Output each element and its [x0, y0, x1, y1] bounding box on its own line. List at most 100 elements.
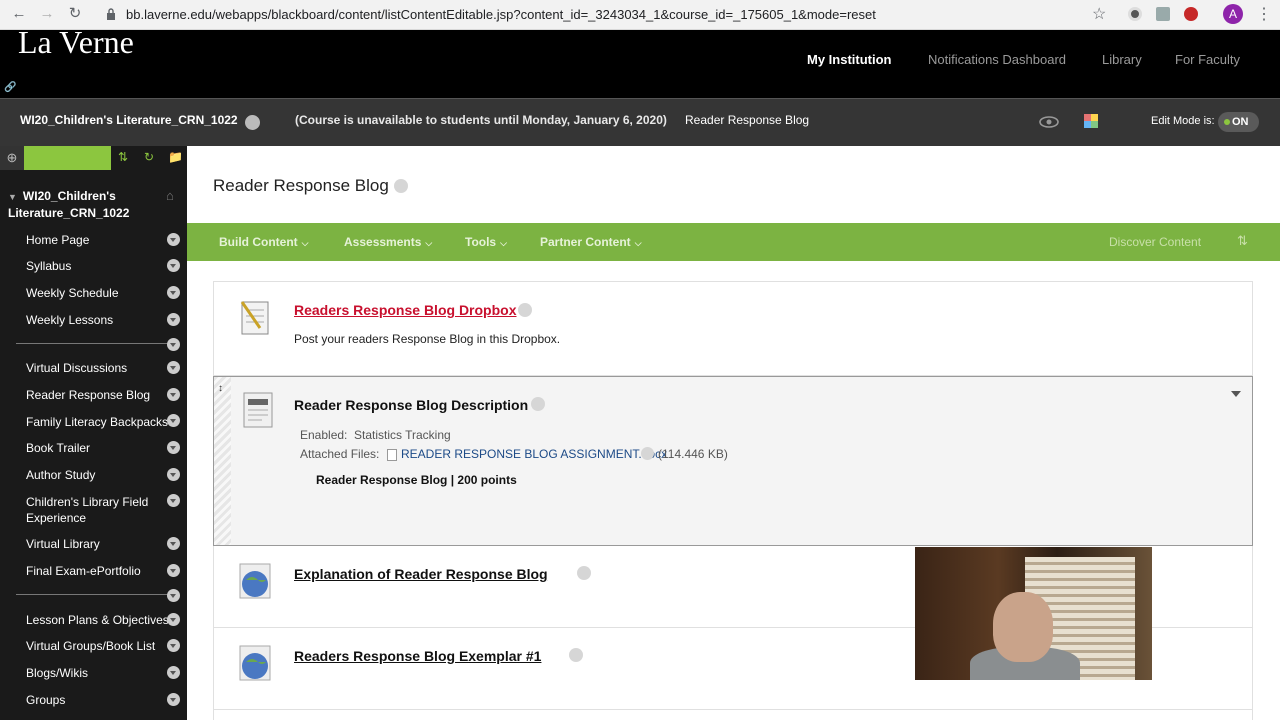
chevron-down-icon: ⌵	[500, 238, 507, 248]
sidebar-item-author-study[interactable]: Author Study	[26, 467, 176, 483]
item-menu-icon[interactable]	[167, 589, 180, 602]
color-palette-icon[interactable]	[1084, 114, 1098, 128]
item-menu-icon[interactable]	[167, 494, 180, 507]
partner-content-label: Partner Content	[540, 235, 631, 249]
back-icon[interactable]: ←	[10, 5, 28, 23]
item-title-link[interactable]: Readers Response Blog Dropbox	[294, 302, 517, 318]
item-menu-icon[interactable]	[167, 613, 180, 626]
nav-notifications-dashboard[interactable]: Notifications Dashboard	[928, 52, 1066, 67]
sidebar-course-title-text: WI20_Children's Literature_CRN_1022	[8, 189, 130, 220]
extension-icon[interactable]	[1156, 7, 1170, 21]
course-name[interactable]: WI20_Children's Literature_CRN_1022	[20, 113, 238, 127]
item-menu-icon[interactable]	[167, 666, 180, 679]
item-title-link[interactable]: Explanation of Reader Response Blog	[294, 566, 548, 582]
tools-label: Tools	[465, 235, 497, 249]
sidebar-item-blogs-wikis[interactable]: Blogs/Wikis	[26, 665, 176, 681]
item-menu-icon[interactable]	[167, 639, 180, 652]
attached-file-link[interactable]: READER RESPONSE BLOG ASSIGNMENT.docx	[401, 447, 667, 461]
tools-menu[interactable]: Tools ⌵	[465, 235, 507, 249]
item-title-link[interactable]: Readers Response Blog Exemplar #1	[294, 648, 541, 664]
partner-content-menu[interactable]: Partner Content ⌵	[540, 235, 642, 249]
globe-icon	[239, 645, 271, 681]
sidebar-item-weekly-lessons[interactable]: Weekly Lessons	[26, 312, 176, 328]
site-header: La Verne 🔗 My Institution Notifications …	[0, 24, 1280, 98]
webcam-overlay	[915, 547, 1152, 680]
profile-avatar[interactable]: A	[1223, 4, 1243, 24]
document-icon	[243, 392, 273, 428]
home-icon[interactable]: ⌂	[166, 188, 174, 203]
item-menu-icon[interactable]	[167, 537, 180, 550]
sidebar-item-weekly-schedule[interactable]: Weekly Schedule	[26, 285, 176, 301]
sidebar-item-groups[interactable]: Groups	[26, 692, 176, 708]
sidebar-item-reader-response-blog[interactable]: Reader Response Blog	[26, 387, 176, 403]
sidebar-item-lesson-plans-objectives[interactable]: Lesson Plans & Objectives	[26, 612, 176, 628]
forward-icon[interactable]: →	[38, 5, 56, 23]
extension-icon[interactable]	[1128, 7, 1142, 21]
collapse-caret-icon[interactable]	[1231, 391, 1241, 397]
item-menu-icon[interactable]	[167, 361, 180, 374]
sidebar-item-virtual-library[interactable]: Virtual Library	[26, 536, 176, 552]
nav-for-faculty[interactable]: For Faculty	[1175, 52, 1240, 67]
address-bar[interactable]: bb.laverne.edu/webapps/blackboard/conten…	[100, 5, 1120, 25]
nav-my-institution[interactable]: My Institution	[807, 52, 892, 67]
item-menu-icon[interactable]	[167, 313, 180, 326]
item-menu-icon[interactable]	[531, 397, 545, 411]
item-menu-icon[interactable]	[167, 259, 180, 272]
discover-content-link[interactable]: Discover Content	[1109, 235, 1201, 249]
sidebar-item-syllabus[interactable]: Syllabus	[26, 258, 176, 274]
sidebar-item-final-exam-eportfolio[interactable]: Final Exam-ePortfolio	[26, 563, 176, 579]
file-icon	[387, 449, 397, 461]
course-bar: WI20_Children's Literature_CRN_1022 (Cou…	[0, 98, 1280, 146]
sidebar-item-family-literacy-backpacks[interactable]: Family Literacy Backpacks	[26, 414, 176, 430]
item-menu-icon[interactable]	[167, 388, 180, 401]
nav-library[interactable]: Library	[1102, 52, 1142, 67]
item-menu-icon[interactable]	[569, 648, 583, 662]
content-item-selected: ↕ Reader Response Blog Description Enabl…	[213, 376, 1253, 546]
reorder-icon[interactable]: ⇅	[118, 150, 128, 164]
item-menu-icon[interactable]	[577, 566, 591, 580]
bookmark-star-icon[interactable]: ☆	[1092, 4, 1106, 24]
item-menu-icon[interactable]	[167, 693, 180, 706]
drag-handle[interactable]: ↕	[214, 377, 231, 545]
assessments-menu[interactable]: Assessments ⌵	[344, 235, 432, 249]
extension-icon[interactable]	[1184, 7, 1198, 21]
chevron-down-icon: ⌵	[301, 238, 309, 248]
sidebar-item-home-page[interactable]: Home Page	[26, 232, 176, 248]
sidebar-item-virtual-groups-book-list[interactable]: Virtual Groups/Book List	[26, 638, 176, 654]
collapse-triangle-icon[interactable]: ▼	[8, 192, 17, 202]
item-menu-icon[interactable]	[167, 468, 180, 481]
sidebar-item-book-trailer[interactable]: Book Trailer	[26, 440, 176, 456]
sidebar-item-childrens-library-field-experience[interactable]: Children's Library Field Experience	[26, 494, 176, 526]
item-menu-icon[interactable]	[167, 233, 180, 246]
sidebar-course-title[interactable]: ▼ WI20_Children's Literature_CRN_1022	[8, 188, 178, 221]
sort-icon[interactable]: ⇅	[1237, 233, 1248, 249]
edit-mode-toggle[interactable]: ON	[1218, 112, 1259, 132]
file-menu-icon[interactable]	[641, 447, 654, 460]
student-preview-icon[interactable]	[1038, 112, 1060, 132]
page-title-menu-icon[interactable]	[394, 179, 408, 193]
add-menu-item-icon[interactable]: ⊕	[0, 146, 24, 170]
sidebar-item-virtual-discussions[interactable]: Virtual Discussions	[26, 360, 176, 376]
sidebar-toolbar-accent	[24, 146, 111, 170]
item-menu-icon[interactable]	[167, 286, 180, 299]
item-menu-icon[interactable]	[167, 414, 180, 427]
reload-icon[interactable]: ↻	[66, 5, 84, 23]
refresh-icon[interactable]: ↻	[144, 150, 154, 164]
build-content-menu[interactable]: Build Content ⌵	[219, 235, 308, 249]
action-bar: Build Content ⌵ Assessments ⌵ Tools ⌵ Partn…	[187, 223, 1280, 261]
course-menu-chevron-icon[interactable]	[245, 115, 260, 130]
item-menu-icon[interactable]	[167, 564, 180, 577]
browser-menu-icon[interactable]: ⋮	[1256, 4, 1272, 24]
item-menu-icon[interactable]	[167, 338, 180, 351]
edit-mode-label: Edit Mode is:	[1151, 115, 1215, 127]
pin-icon[interactable]: 🔗	[4, 82, 16, 93]
item-menu-icon[interactable]	[518, 303, 532, 317]
site-logo: La Verne	[18, 24, 134, 60]
content-item: Readers Response Blog Dropbox Post your …	[213, 281, 1253, 376]
chevron-down-icon: ⌵	[425, 238, 433, 248]
item-title[interactable]: Reader Response Blog Description	[294, 397, 528, 413]
item-menu-icon[interactable]	[167, 441, 180, 454]
course-menu-sidebar: ⊕ ⇅ ↻ 📁 ▼ WI20_Children's Literature_CRN_…	[0, 146, 187, 720]
folder-view-icon[interactable]: 📁	[168, 150, 183, 164]
course-availability-notice: (Course is unavailable to students until…	[295, 113, 667, 127]
